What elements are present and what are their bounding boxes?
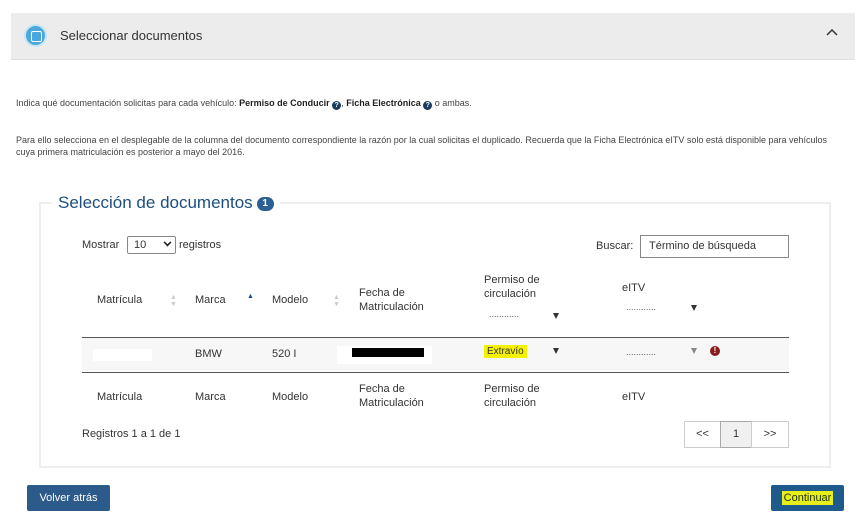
cell-modelo: 520 I: [272, 348, 297, 360]
foot-permiso-line2: circulación: [484, 397, 536, 409]
col-permiso-line2: circulación: [484, 288, 536, 300]
col-matricula[interactable]: Matrícula: [97, 293, 142, 307]
show-label: Mostrar: [82, 239, 120, 251]
cell-marca: BMW: [195, 348, 222, 360]
matricula-redacted: [93, 349, 152, 361]
col-fecha[interactable]: Fecha de Matriculación: [359, 286, 424, 314]
help-icon[interactable]: ?: [332, 101, 342, 110]
count-badge: 1: [256, 197, 274, 211]
foot-permiso: Permiso de circulación: [484, 382, 540, 410]
doc-permiso-conducir: Permiso de Conducir: [239, 98, 330, 108]
page-size-value: 10: [134, 239, 147, 251]
foot-fecha: Fecha de Matriculación: [359, 382, 424, 410]
dropdown-arrow-icon[interactable]: [553, 348, 559, 354]
continue-label: Continuar: [781, 491, 834, 505]
dropdown-arrow-icon[interactable]: [691, 348, 697, 354]
foot-fecha-line2: Matriculación: [359, 397, 424, 409]
document-icon: [24, 24, 47, 47]
dropdown-arrow-icon[interactable]: [553, 313, 559, 319]
chevron-down-icon: [163, 238, 172, 247]
alert-icon: !: [710, 346, 720, 356]
col-eitv: eITV: [622, 282, 646, 294]
col-fecha-line1: Fecha de: [359, 287, 405, 299]
chevron-up-icon[interactable]: [826, 27, 838, 39]
sort-asc-icon: ▲: [247, 293, 254, 300]
intro-line: Indica qué documentación solicitas para …: [16, 97, 841, 110]
dropdown-arrow-icon[interactable]: [691, 305, 697, 311]
panel-title: Selección de documentos 1: [52, 193, 280, 213]
foot-fecha-line1: Fecha de: [359, 383, 405, 395]
continue-button[interactable]: Continuar: [771, 485, 844, 515]
col-permiso-line1: Permiso de: [484, 274, 540, 286]
search-input[interactable]: Término de búsqueda: [640, 235, 789, 258]
sort-icon: ▲ ▼: [333, 294, 340, 308]
eitv-filter-select[interactable]: ............: [626, 302, 656, 312]
page-size-select[interactable]: 10: [127, 236, 176, 254]
foot-matricula: Matrícula: [97, 391, 143, 403]
intro-prefix: Indica qué documentación solicitas para …: [16, 98, 240, 108]
foot-eitv: eITV: [622, 391, 646, 403]
next-page-button[interactable]: >>: [751, 421, 789, 448]
search-label: Buscar:: [596, 240, 634, 252]
foot-modelo: Modelo: [272, 391, 309, 403]
col-modelo[interactable]: Modelo: [272, 293, 308, 307]
eitv-select[interactable]: ............: [626, 347, 656, 357]
table-row: [82, 338, 789, 371]
foot-permiso-line1: Permiso de: [484, 383, 540, 395]
intro-suffix: o ambas.: [432, 98, 472, 108]
doc-ficha-electronica: Ficha Electrónica: [346, 98, 421, 108]
records-info: Registros 1 a 1 de 1: [82, 428, 181, 440]
col-permiso: Permiso de circulación: [484, 273, 540, 301]
col-fecha-line2: Matriculación: [359, 301, 424, 313]
intro-paragraph: Para ello selecciona en el desplegable d…: [16, 135, 827, 157]
table-body-divider: [82, 372, 789, 373]
accordion-header[interactable]: Seleccionar documentos: [11, 13, 855, 60]
help-icon[interactable]: ?: [423, 101, 433, 110]
prev-page-button[interactable]: <<: [684, 421, 721, 448]
page-1-button[interactable]: 1: [720, 421, 752, 448]
accordion-title: Seleccionar documentos: [60, 28, 203, 43]
panel-title-text: Selección de documentos: [58, 193, 253, 212]
sort-icon: ▲ ▼: [170, 294, 177, 308]
records-label: registros: [179, 239, 222, 251]
foot-marca: Marca: [195, 391, 226, 403]
permiso-select[interactable]: Extravío: [484, 345, 527, 358]
permiso-filter-select[interactable]: ............: [489, 309, 519, 319]
back-button[interactable]: Volver atrás: [27, 485, 110, 511]
col-marca[interactable]: Marca: [195, 293, 226, 307]
fecha-redacted: [352, 348, 424, 357]
